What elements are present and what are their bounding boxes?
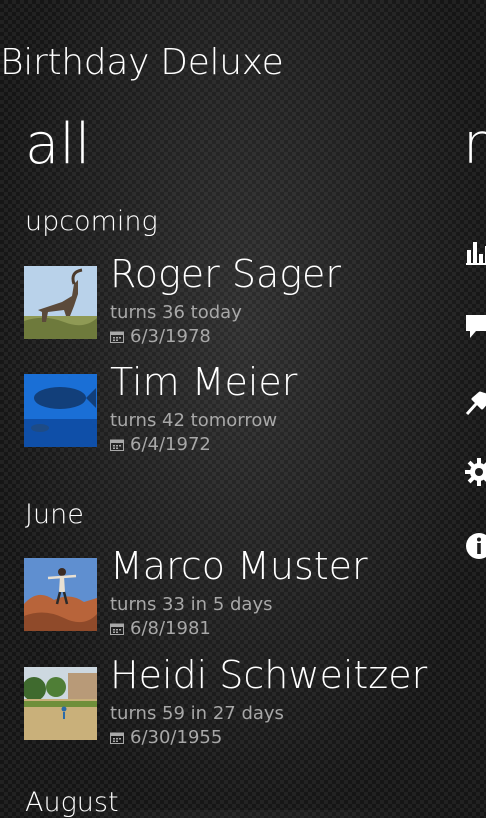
comment-icon[interactable] [464,311,486,341]
info-icon[interactable] [464,531,486,561]
contact-name: Heidi Schweitzer [110,653,428,697]
contact-name: Roger Sager [110,252,342,296]
contact-name: Tim Meier [110,360,298,404]
bar-chart-icon[interactable] [464,236,486,266]
gear-icon[interactable] [464,457,486,487]
contact-turns: turns 36 today [110,302,242,323]
ibex-photo [24,266,97,339]
contact-item[interactable]: Marco Muster turns 33 in 5 days 6/8/1981 [24,544,464,639]
fish-photo [24,374,97,447]
contact-date: 6/3/1978 [110,326,211,347]
contact-date: 6/8/1981 [110,618,211,639]
rock-photo [24,558,97,631]
group-header-august: August [25,787,119,818]
pin-icon[interactable] [464,387,486,417]
calendar-icon [110,623,124,635]
group-header-upcoming: upcoming [25,206,158,237]
contact-date-value: 6/8/1981 [130,618,211,639]
contact-date-value: 6/3/1978 [130,326,211,347]
calendar-icon [110,732,124,744]
contact-turns: turns 42 tomorrow [110,410,278,431]
park-photo [24,667,97,740]
pivot-header-next[interactable]: n [463,112,486,177]
contact-date: 6/4/1972 [110,434,211,455]
contact-name: Marco Muster [110,544,368,588]
contact-turns: turns 59 in 27 days [110,703,284,724]
contact-item[interactable]: Roger Sager turns 36 today 6/3/1978 [24,252,464,347]
calendar-icon [110,331,124,343]
contact-item[interactable]: Tim Meier turns 42 tomorrow 6/4/1972 [24,360,464,455]
calendar-icon [110,439,124,451]
contact-date-value: 6/4/1972 [130,434,211,455]
contact-date-value: 6/30/1955 [130,727,223,748]
contact-turns: turns 33 in 5 days [110,594,273,615]
contact-item[interactable]: Heidi Schweitzer turns 59 in 27 days 6/3… [24,653,464,748]
app-title: Birthday Deluxe [0,42,284,83]
pivot-header-all[interactable]: all [25,112,90,177]
contact-date: 6/30/1955 [110,727,222,748]
group-header-june: June [25,499,84,530]
